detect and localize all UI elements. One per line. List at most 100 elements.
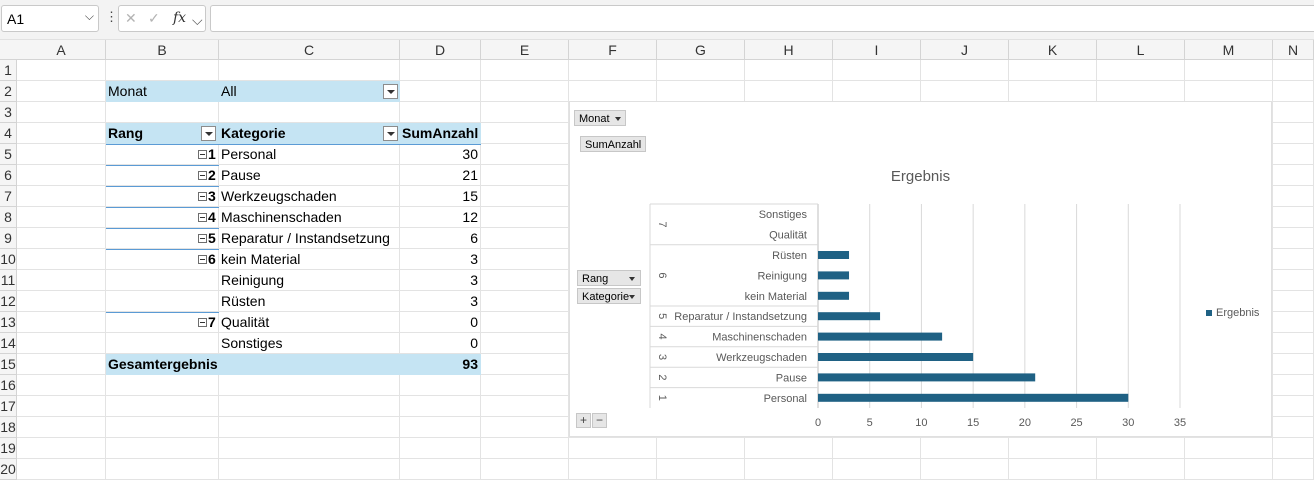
rang-dropdown-button[interactable]	[201, 126, 216, 141]
rank-label: 1	[208, 146, 216, 162]
column-header-e[interactable]: E	[481, 40, 569, 60]
row-header-15[interactable]: 15	[0, 354, 17, 375]
category-label: Pause	[221, 167, 261, 183]
row-header-4[interactable]: 4	[0, 123, 17, 144]
x-tick-label: 0	[815, 417, 821, 429]
row-header-12[interactable]: 12	[0, 291, 17, 312]
row-header-6[interactable]: 6	[0, 165, 17, 186]
data-bar	[818, 251, 850, 259]
formula-bar: A1 ⌵ ⋮ ✕ ✓ fx ⌵	[0, 0, 1314, 40]
group-separator	[106, 249, 219, 250]
legend-swatch	[1206, 310, 1212, 317]
header-kategorie: Kategorie	[219, 123, 400, 144]
column-header-b[interactable]: B	[106, 40, 219, 60]
column-header-j[interactable]: J	[921, 40, 1009, 60]
collapse-icon[interactable]	[198, 192, 207, 201]
row-header-10[interactable]: 10	[0, 249, 17, 270]
y-category-label: Sonstiges	[759, 209, 808, 221]
formula-tools: ✕ ✓ fx ⌵	[118, 5, 206, 32]
category-label: Sonstiges	[221, 335, 283, 351]
more-options-icon[interactable]: ⋮	[105, 9, 118, 25]
column-header-d[interactable]: D	[400, 40, 481, 60]
category-label: Qualität	[221, 314, 270, 330]
column-header-g[interactable]: G	[657, 40, 745, 60]
row-header-11[interactable]: 11	[0, 270, 17, 291]
x-tick-label: 5	[867, 417, 873, 429]
sum-value: 12	[462, 209, 478, 225]
rank-label: 2	[208, 167, 216, 183]
y-category-label: Qualität	[769, 230, 807, 242]
row-header-5[interactable]: 5	[0, 144, 17, 165]
rank-label: 6	[208, 251, 216, 267]
collapse-icon[interactable]	[198, 171, 207, 180]
category-label: Reinigung	[221, 272, 285, 288]
collapse-icon[interactable]	[198, 213, 207, 222]
row-header-17[interactable]: 17	[0, 396, 17, 417]
x-tick-label: 35	[1174, 417, 1186, 429]
y-category-label: Pause	[776, 372, 807, 384]
row-header-14[interactable]: 14	[0, 333, 17, 354]
y-category-label: kein Material	[745, 291, 807, 303]
sum-value: 30	[462, 146, 478, 162]
rank-label: 4	[208, 209, 216, 225]
row-header-18[interactable]: 18	[0, 417, 17, 438]
check-icon[interactable]: ✓	[148, 10, 160, 27]
total-value: 93	[400, 354, 481, 375]
rank-label: 7	[208, 314, 216, 330]
row-header-20[interactable]: 20	[0, 459, 17, 480]
collapse-icon[interactable]	[198, 318, 207, 327]
collapse-icon[interactable]	[198, 255, 207, 264]
column-header-l[interactable]: L	[1097, 40, 1185, 60]
column-header-k[interactable]: K	[1009, 40, 1097, 60]
sum-value: 0	[470, 335, 478, 351]
row-header-13[interactable]: 13	[0, 312, 17, 333]
sum-value: 3	[470, 272, 478, 288]
row-header-1[interactable]: 1	[0, 60, 17, 81]
collapse-icon[interactable]	[198, 150, 207, 159]
row-header-9[interactable]: 9	[0, 228, 17, 249]
data-bar	[818, 373, 1036, 382]
header-sumanzahl: SumAnzahl	[400, 123, 481, 144]
row-header-19[interactable]: 19	[0, 438, 17, 459]
rank-group-label: 7	[656, 221, 668, 227]
column-header-i[interactable]: I	[833, 40, 921, 60]
formula-input[interactable]	[210, 5, 1314, 32]
group-separator	[106, 312, 219, 313]
column-header-f[interactable]: F	[569, 40, 657, 60]
insert-function-icon[interactable]: fx	[173, 10, 186, 26]
cancel-icon[interactable]: ✕	[125, 10, 137, 27]
column-header-n[interactable]: N	[1273, 40, 1314, 60]
row-header-16[interactable]: 16	[0, 375, 17, 396]
chevron-down-icon[interactable]: ⌵	[85, 9, 94, 24]
collapse-icon[interactable]	[198, 234, 207, 243]
row-header-2[interactable]: 2	[0, 81, 17, 102]
row-header-8[interactable]: 8	[0, 207, 17, 228]
column-header-c[interactable]: C	[219, 40, 400, 60]
name-box[interactable]: A1 ⌵	[1, 5, 99, 32]
filter-dropdown-button[interactable]	[383, 84, 398, 99]
x-tick-label: 30	[1122, 417, 1134, 429]
column-header-h[interactable]: H	[745, 40, 833, 60]
kategorie-dropdown-button[interactable]	[383, 126, 398, 141]
data-bar	[818, 291, 850, 300]
column-header-m[interactable]: M	[1185, 40, 1273, 60]
x-tick-label: 10	[915, 417, 927, 429]
group-separator	[106, 207, 219, 208]
row-header-3[interactable]: 3	[0, 102, 17, 123]
data-bar	[818, 393, 1129, 402]
y-category-label: Reinigung	[757, 270, 807, 282]
y-category-label: Rüsten	[772, 250, 807, 262]
row-header-7[interactable]: 7	[0, 186, 17, 207]
group-separator	[106, 228, 219, 229]
chevron-down-icon[interactable]: ⌵	[192, 12, 203, 29]
category-label: Rüsten	[221, 293, 266, 309]
column-header-bar: ABCDEFGHIJKLMN	[0, 40, 1314, 60]
sum-value: 15	[462, 188, 478, 204]
pivot-chart[interactable]: Monat SumAnzahl Ergebnis Rang Kategorie …	[569, 101, 1272, 437]
rank-label: 3	[208, 188, 216, 204]
category-label: Maschinenschaden	[221, 209, 342, 225]
group-separator	[106, 165, 219, 166]
data-bar	[818, 353, 974, 361]
group-separator	[106, 186, 219, 187]
column-header-a[interactable]: A	[17, 40, 106, 60]
